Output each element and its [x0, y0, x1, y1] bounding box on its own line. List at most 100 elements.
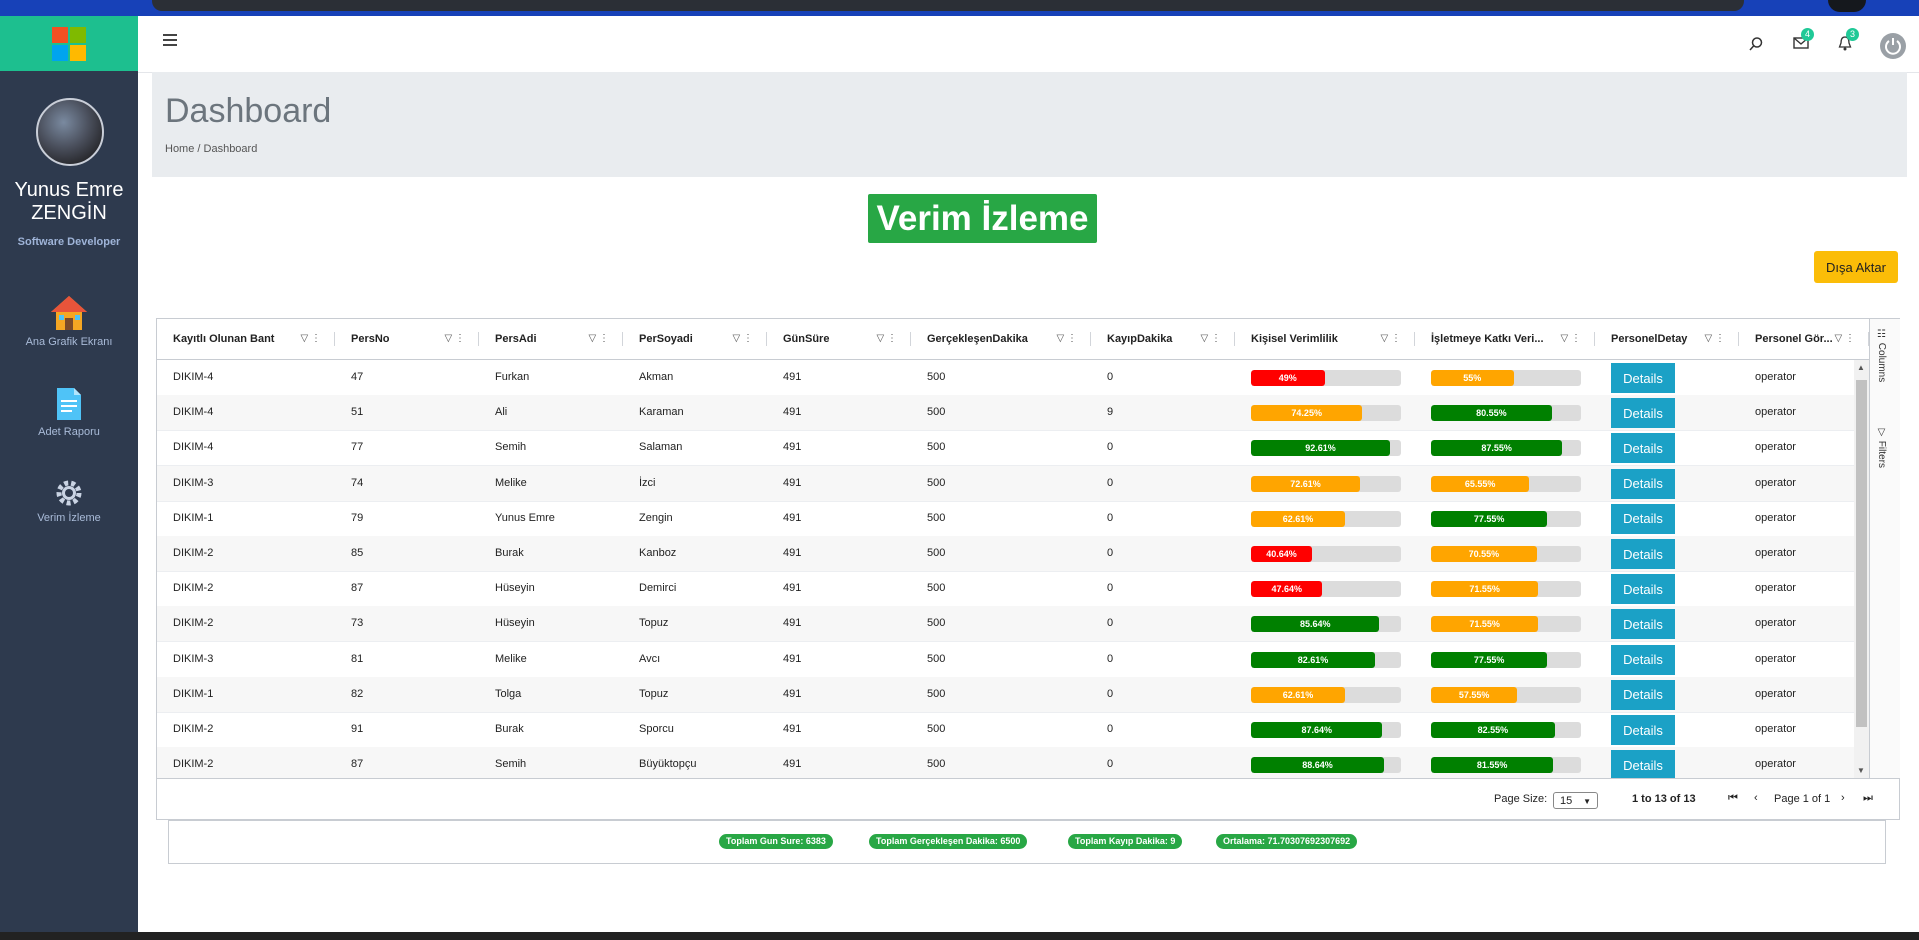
details-button[interactable]: Details [1611, 679, 1675, 710]
header-kayip[interactable]: KayıpDakika ▽ ⋮ [1091, 319, 1235, 359]
table-row[interactable]: DIKIM-2 87 Semih Büyüktopçu 491 500 0 88.64% 81.… [157, 747, 1854, 778]
header-isletme-katki[interactable]: İşletmeye Katkı Veri... ▽ ⋮ [1415, 319, 1595, 359]
cell-persadi: Ali [495, 406, 508, 419]
isletme-katki-bar: 71.55% [1431, 616, 1581, 633]
page-size-select[interactable]: 15 ▼ [1553, 792, 1598, 809]
kisisel-verim-bar-fill: 40.64% [1251, 546, 1312, 562]
header-personel-gorev[interactable]: Personel Gör... ▽ ⋮ [1739, 319, 1869, 359]
cell-persoyadi: Kanboz [639, 547, 677, 559]
filter-menu-icon[interactable]: ▽ ⋮ [733, 319, 753, 359]
columns-tab[interactable]: ☷ Columns [1876, 329, 1887, 382]
details-button[interactable]: Details [1611, 609, 1675, 640]
header-personel-detay[interactable]: PersonelDetay ▽ ⋮ [1595, 319, 1739, 359]
details-button[interactable]: Details [1611, 644, 1675, 675]
header-kisisel-verim[interactable]: Kişisel Verimlilik ▽ ⋮ [1235, 319, 1415, 359]
kisisel-verim-bar-fill: 62.61% [1251, 686, 1345, 703]
scroll-down-icon[interactable]: ▼ [1857, 766, 1865, 775]
cell-personel-gorev: operator [1755, 758, 1796, 771]
isletme-katki-bar-fill: 81.55% [1431, 757, 1554, 774]
details-button[interactable]: Details [1611, 750, 1675, 778]
filter-menu-icon[interactable]: ▽ ⋮ [1835, 319, 1855, 359]
side-tool-panel: ☷ Columns ▽ Filters [1869, 319, 1900, 778]
kisisel-verim-bar: 92.61% [1251, 440, 1401, 457]
table-row[interactable]: DIKIM-1 82 Tolga Topuz 491 500 0 62.61% 57.55% De… [157, 676, 1854, 713]
table-row[interactable]: DIKIM-2 85 Burak Kanboz 491 500 0 40.64% 70.55% D… [157, 536, 1854, 572]
details-button[interactable]: Details [1611, 503, 1675, 534]
next-page-icon[interactable]: › [1841, 792, 1845, 804]
header-persoyadi[interactable]: PerSoyadi ▽ ⋮ [623, 319, 767, 359]
power-button[interactable] [1880, 33, 1906, 59]
filter-menu-icon[interactable]: ▽ ⋮ [1705, 319, 1725, 359]
notifications-button[interactable]: 3 [1838, 28, 1860, 56]
details-button[interactable]: Details [1611, 574, 1675, 605]
filter-menu-icon[interactable]: ▽ ⋮ [1561, 319, 1581, 359]
scrollbar-thumb[interactable] [1856, 380, 1867, 727]
search-icon[interactable] [1748, 36, 1764, 52]
filter-menu-icon[interactable]: ▽ ⋮ [445, 319, 465, 359]
header-persadi[interactable]: PersAdi ▽ ⋮ [479, 319, 623, 359]
filter-menu-icon[interactable]: ▽ ⋮ [1381, 319, 1401, 359]
cell-bant: DIKIM-1 [173, 511, 214, 524]
filter-menu-icon[interactable]: ▽ ⋮ [877, 319, 897, 359]
browser-top-strip [0, 0, 1919, 16]
details-button[interactable]: Details [1611, 468, 1675, 499]
table-row[interactable]: DIKIM-4 51 Ali Karaman 491 500 9 74.25% 80.55% De… [157, 395, 1854, 432]
cell-kayip: 0 [1107, 476, 1114, 489]
cell-gunsure: 491 [783, 476, 802, 489]
bottom-strip [0, 932, 1919, 940]
filters-tab[interactable]: ▽ Filters [1876, 427, 1887, 468]
table-row[interactable]: DIKIM-3 74 Melike İzci 491 500 0 72.61% 65.55% De… [157, 465, 1854, 502]
cell-gunsure: 491 [783, 582, 802, 595]
cell-bant: DIKIM-4 [173, 371, 214, 383]
breadcrumb[interactable]: Home / Dashboard [165, 143, 257, 155]
last-page-icon[interactable]: ⏭ [1863, 792, 1873, 805]
table-row[interactable]: DIKIM-4 47 Furkan Akman 491 500 0 49% 55% Details… [157, 360, 1854, 396]
filter-menu-icon[interactable]: ▽ ⋮ [1057, 319, 1077, 359]
kisisel-verim-bar: 47.64% [1251, 581, 1401, 598]
table-row[interactable]: DIKIM-4 77 Semih Salaman 491 500 0 92.61% 87.55%… [157, 430, 1854, 467]
cell-kayip: 0 [1107, 617, 1114, 630]
table-row[interactable]: DIKIM-1 79 Yunus Emre Zengin 491 500 0 62.61% 77… [157, 501, 1854, 537]
header-gunsure[interactable]: GünSüre ▽ ⋮ [767, 319, 911, 359]
details-button[interactable]: Details [1611, 715, 1675, 745]
app-logo[interactable] [0, 16, 138, 71]
prev-page-icon[interactable]: ‹ [1754, 792, 1758, 804]
avatar[interactable] [36, 98, 104, 166]
details-button[interactable]: Details [1611, 363, 1675, 393]
cell-personel-gorev: operator [1755, 723, 1796, 735]
filter-menu-icon[interactable]: ▽ ⋮ [301, 319, 321, 359]
details-button[interactable]: Details [1611, 539, 1675, 569]
isletme-katki-bar: 57.55% [1431, 686, 1581, 703]
header-persno[interactable]: PersNo ▽ ⋮ [335, 319, 479, 359]
cell-personel-gorev: operator [1755, 547, 1796, 559]
cell-kayip: 0 [1107, 582, 1114, 595]
scroll-up-icon[interactable]: ▲ [1857, 363, 1865, 372]
filter-menu-icon[interactable]: ▽ ⋮ [1201, 319, 1221, 359]
mail-button[interactable]: 4 [1793, 28, 1815, 55]
table-row[interactable]: DIKIM-2 87 Hüseyin Demirci 491 500 0 47.64% 71.5… [157, 571, 1854, 608]
header-gerceklesen[interactable]: GerçekleşenDakika ▽ ⋮ [911, 319, 1091, 359]
table-row[interactable]: DIKIM-3 81 Melike Avcı 491 500 0 82.61% 77.55% De… [157, 642, 1854, 678]
details-button[interactable]: Details [1611, 433, 1675, 464]
cell-persoyadi: Sporcu [639, 723, 674, 735]
cell-persadi: Yunus Emre [495, 511, 555, 524]
menu-icon[interactable] [163, 34, 177, 49]
cell-gunsure: 491 [783, 511, 802, 524]
table-row[interactable]: DIKIM-2 73 Hüseyin Topuz 491 500 0 85.64% 71.55%… [157, 606, 1854, 643]
filter-menu-icon[interactable]: ▽ ⋮ [589, 319, 609, 359]
grid-body[interactable]: DIKIM-4 47 Furkan Akman 491 500 0 49% 55% Details… [157, 360, 1854, 778]
sidebar-item-verim-izleme[interactable]: Verim İzleme [0, 478, 138, 524]
windows-logo-icon [52, 26, 86, 61]
kisisel-verim-bar: 87.64% [1251, 722, 1401, 738]
sidebar-item-ana-grafik[interactable]: Ana Grafik Ekranı [0, 294, 138, 348]
header-bant[interactable]: Kayıtlı Olunan Bant ▽ ⋮ [157, 319, 335, 359]
cell-gerceklesen: 500 [927, 758, 946, 771]
details-button[interactable]: Details [1611, 398, 1675, 429]
export-button[interactable]: Dışa Aktar [1814, 251, 1898, 283]
first-page-icon[interactable]: ⏮ [1728, 792, 1738, 805]
cell-kayip: 0 [1107, 687, 1114, 700]
cell-persno: 82 [351, 687, 364, 700]
table-row[interactable]: DIKIM-2 91 Burak Sporcu 491 500 0 87.64% 82.55% D… [157, 712, 1854, 748]
vertical-scrollbar[interactable]: ▲ ▼ [1854, 360, 1869, 778]
sidebar-item-adet-raporu[interactable]: Adet Raporu [0, 386, 138, 438]
